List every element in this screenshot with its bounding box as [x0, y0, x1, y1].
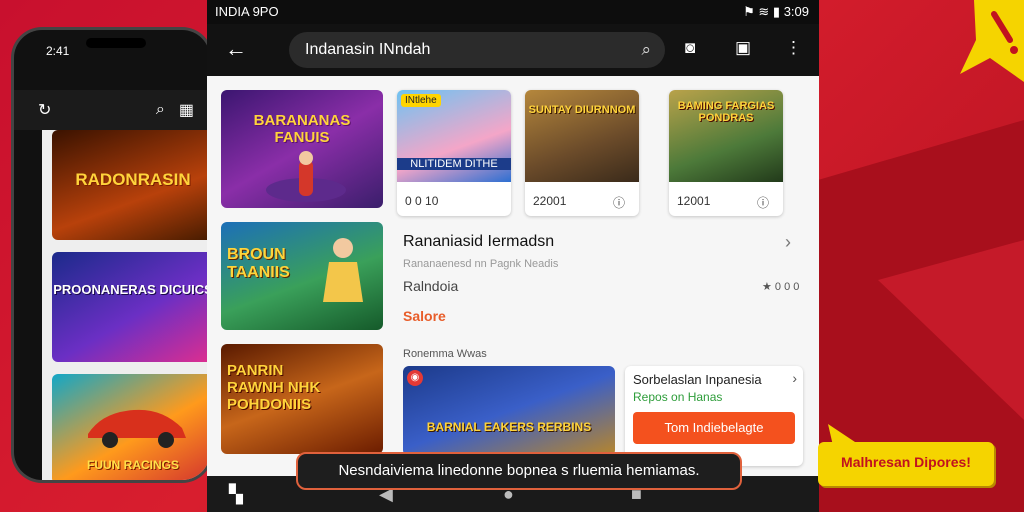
search-input[interactable]: Indanasin INndah ⌕	[289, 32, 665, 68]
main-content: BARANANAS FANUIS BROUN TAANIIS PANRIN RA…	[207, 76, 819, 476]
status-bar: INDIA 9PO ⚑ ≋ ▮ 3:09	[207, 0, 819, 24]
card-badge: INtlehe	[401, 94, 441, 107]
callout-bubble: Malhresan Dipores!	[818, 424, 996, 488]
game-banner-title: BROUN TAANIIS	[227, 246, 290, 281]
game-card-image: INtlehe NLITIDEM DITHE	[397, 90, 511, 182]
phone-game-title: FUUN RACINGS	[87, 458, 179, 472]
battery-icon: ▮	[772, 4, 781, 19]
app-price[interactable]: Salore	[403, 308, 446, 324]
refresh-icon[interactable]: ↻	[38, 100, 51, 120]
game-card-image: BAMING FARGIAS PONDRAS	[669, 90, 783, 182]
game-card[interactable]: INtlehe NLITIDEM DITHE 0 0 10	[397, 90, 511, 216]
game-banner[interactable]: BARANANAS FANUIS	[221, 90, 383, 208]
character-image	[266, 151, 346, 202]
section-label: Ronemma Wwas	[403, 348, 487, 360]
phone-time: 2:41	[46, 44, 70, 58]
phone-mockup: 2:41 ↻ ⌕ ▦ RADONRASIN PROONANERAS DICUIC…	[14, 30, 210, 480]
promo-card[interactable]: Sorbelaslan Inpanesia › Repos on Hanas T…	[625, 366, 803, 466]
chevron-right-icon[interactable]: ›	[792, 370, 797, 386]
phone-game-list: RADONRASIN PROONANERAS DICUICS FUUN RACI…	[42, 130, 210, 480]
badge-icon: ◉	[407, 370, 423, 386]
car-image	[88, 409, 186, 448]
phone-toolbar: ↻ ⌕ ▦	[14, 90, 210, 130]
warning-burst-icon	[960, 0, 1024, 82]
phone-game-tile[interactable]: RADONRASIN	[52, 130, 210, 240]
game-banner-title: BARANANAS FANUIS	[253, 112, 351, 146]
game-card-title: SUNTAY DIURNNOM	[528, 104, 636, 116]
phone-game-title: RADONRASIN	[75, 170, 191, 189]
callout-text: Malhresan Dipores!	[841, 454, 971, 470]
bookmark-icon[interactable]: ▣	[735, 38, 751, 58]
game-card-title: BAMING FARGIAS PONDRAS	[677, 100, 775, 124]
game-card-title: NLITIDEM DITHE	[397, 158, 511, 170]
info-icon[interactable]: ⓘ	[757, 194, 769, 211]
app-developer: Ralndoia	[403, 278, 459, 294]
game-card-meta: 12001	[677, 194, 711, 208]
app-bar: ← Indanasin INndah ⌕ ◙ ▣ ⋮	[207, 24, 819, 76]
carrier-label: INDIA 9PO	[215, 4, 279, 19]
game-card[interactable]: BAMING FARGIAS PONDRAS 12001 ⓘ	[669, 90, 783, 216]
promo-title: Sorbelaslan Inpanesia	[633, 372, 762, 387]
back-arrow-icon[interactable]: ←	[225, 36, 247, 62]
game-card-meta: 22001	[533, 194, 567, 208]
promo-banner[interactable]: ◉ BARNIAL EAKERS RERBINS	[403, 366, 615, 456]
phone-game-tile[interactable]: PROONANERAS DICUICS	[52, 252, 210, 362]
search-icon[interactable]: ⌕	[156, 101, 165, 119]
app-title: Rananiasid Iermadsn	[403, 233, 555, 250]
game-banner[interactable]: PANRIN RAWNH NHK POHDONIIS	[221, 344, 383, 454]
app-subtitle: Rananaenesd nn Pagnk Neadis	[403, 258, 559, 270]
promo-subtitle: Repos on Hanas	[633, 390, 723, 404]
grid-icon[interactable]: ▦	[179, 100, 194, 120]
game-banner-title: PANRIN RAWNH NHK POHDONIIS	[227, 362, 321, 413]
app-logo-icon[interactable]: ▚	[229, 484, 243, 505]
promo-button[interactable]: Tom Indiebelagte	[633, 412, 795, 444]
camera-icon[interactable]: ◙	[685, 38, 695, 58]
search-icon[interactable]: ⌕	[641, 32, 651, 68]
signal-icon: ⚑	[743, 4, 755, 19]
game-card[interactable]: SUNTAY DIURNNOM 22001 ⓘ	[525, 90, 639, 216]
status-icons: ⚑ ≋ ▮ 3:09	[743, 4, 809, 20]
phone-game-title: PROONANERAS DICUICS	[53, 282, 210, 297]
search-value: Indanasin INndah	[305, 41, 431, 58]
phone-game-tile[interactable]: FUUN RACINGS	[52, 374, 210, 480]
game-card-image: SUNTAY DIURNNOM	[525, 90, 639, 182]
status-time: 3:09	[783, 4, 809, 19]
phone-notch	[86, 38, 146, 48]
game-banner[interactable]: BROUN TAANIIS	[221, 222, 383, 330]
info-icon[interactable]: ⓘ	[613, 194, 625, 211]
game-card-meta: 0 0 10	[405, 194, 439, 208]
wifi-icon: ≋	[758, 4, 770, 19]
toast-message: Nesndaiviema linedonne bopnea s rluemia …	[296, 452, 742, 490]
promo-banner-title: BARNIAL EAKERS RERBINS	[426, 420, 592, 434]
app-rating: ★ 0 0 0	[762, 281, 800, 293]
more-options-icon[interactable]: ⋮	[785, 38, 802, 58]
character-image	[323, 238, 363, 302]
chevron-right-icon[interactable]: ›	[785, 232, 791, 253]
app-window: INDIA 9PO ⚑ ≋ ▮ 3:09 ← Indanasin INndah …	[207, 0, 819, 512]
